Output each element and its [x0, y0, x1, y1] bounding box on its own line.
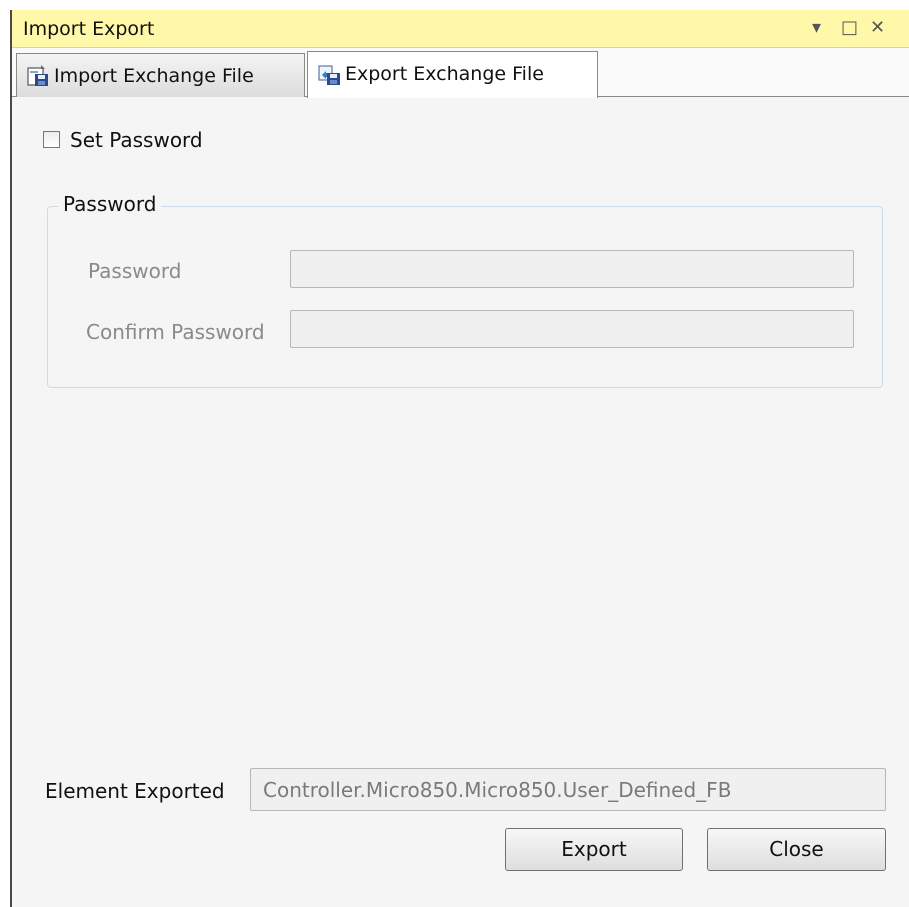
- password-field[interactable]: [290, 250, 854, 288]
- dropdown-icon[interactable]: ▾: [812, 16, 821, 40]
- export-button[interactable]: Export: [505, 828, 683, 871]
- export-file-icon: [318, 65, 340, 85]
- import-file-icon: [27, 65, 48, 86]
- tab-import-exchange-file[interactable]: Import Exchange File: [16, 53, 305, 97]
- element-exported-label: Element Exported: [45, 779, 225, 803]
- import-export-panel: Import Export ▾ □ ✕ Import Exchange File: [10, 10, 909, 907]
- password-label: Password: [88, 259, 182, 283]
- element-exported-field: Controller.Micro850.Micro850.User_Define…: [250, 768, 886, 811]
- close-icon[interactable]: ✕: [870, 16, 885, 40]
- confirm-password-label: Confirm Password: [86, 320, 265, 344]
- tab-strip: Import Exchange File Export Exchange Fil…: [12, 48, 909, 98]
- set-password-label[interactable]: Set Password: [70, 128, 203, 152]
- close-button[interactable]: Close: [707, 828, 886, 871]
- maximize-icon[interactable]: □: [841, 16, 858, 40]
- title-bar: Import Export ▾ □ ✕: [12, 10, 909, 48]
- window-title: Import Export: [23, 18, 155, 40]
- tab-export-exchange-file[interactable]: Export Exchange File: [307, 51, 598, 98]
- confirm-password-field[interactable]: [290, 310, 854, 348]
- tab-label: Import Exchange File: [54, 65, 254, 87]
- tab-label: Export Exchange File: [345, 63, 544, 85]
- set-password-checkbox[interactable]: [43, 131, 60, 148]
- password-groupbox: Password Password Confirm Password: [47, 192, 883, 388]
- password-group-legend: Password: [58, 192, 162, 216]
